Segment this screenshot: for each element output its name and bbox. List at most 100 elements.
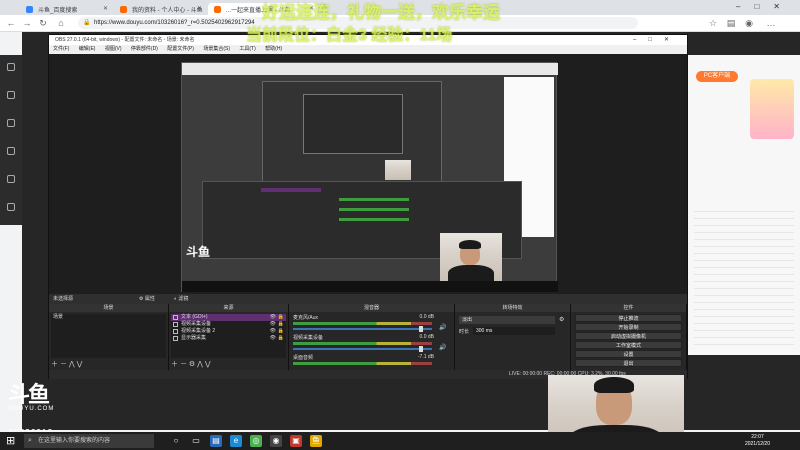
move-down-icon[interactable]: ⋁ [77, 361, 83, 368]
exit-button[interactable]: 退出 [575, 359, 682, 367]
visibility-icon[interactable]: 👁 [270, 335, 276, 342]
menu-tools[interactable]: 工具(T) [239, 46, 255, 52]
douyu-side-rail [0, 55, 22, 225]
promo-banner[interactable] [750, 79, 794, 139]
menu-docks[interactable]: 停靠部件(D) [131, 46, 158, 52]
lock-icon[interactable]: 🔒 [278, 328, 284, 335]
remove-icon[interactable]: － [180, 361, 187, 368]
file-explorer-icon[interactable]: ▤ [210, 435, 222, 447]
rail-item[interactable] [3, 145, 19, 171]
source-item[interactable]: 文本 (GDI+) 👁 🔒 [171, 314, 286, 321]
tab-profile[interactable]: 我的资料 - 个人中心 - 斗鱼 ✕ [114, 3, 206, 15]
filters-button[interactable]: ◐ 滤镜 [174, 294, 188, 304]
source-item[interactable]: 显示器采集 👁 🔒 [171, 335, 286, 342]
clock-time: 22:07 [751, 434, 764, 440]
stop-streaming-button[interactable]: 停止推流 [575, 314, 682, 322]
lock-icon[interactable]: 🔒 [278, 314, 284, 321]
duration-input[interactable]: 300 ms [473, 327, 555, 335]
settings-button[interactable]: 设置 [575, 350, 682, 358]
visibility-icon[interactable]: 👁 [270, 321, 276, 328]
back-icon[interactable]: ← [6, 18, 16, 28]
move-down-icon[interactable]: ⋁ [205, 361, 211, 368]
obs-preview[interactable]: 斗鱼 [49, 54, 687, 294]
mixer-channel: 桌面音频 -7.1 dB [293, 354, 450, 361]
remove-icon[interactable]: － [60, 361, 67, 368]
douyu-favicon-icon [214, 6, 221, 13]
star-icon[interactable]: ☆ [708, 18, 718, 28]
obs-icon[interactable]: ◉ [270, 435, 282, 447]
reload-icon[interactable]: ↻ [38, 18, 48, 28]
scene-item[interactable]: 场景 [51, 314, 166, 321]
text-source-icon [173, 315, 178, 320]
channel-db: 0.0 dB [419, 334, 434, 340]
add-icon[interactable]: ＋ [171, 361, 178, 368]
menu-file[interactable]: 文件(F) [53, 46, 69, 52]
windows-taskbar: ⊞ ⌕ 在这里输入你要搜索的内容 ○ ▭ ▤ e ◎ ◉ ▣ 鱼 22:07 2… [0, 432, 800, 450]
baidu-favicon-icon [26, 6, 33, 13]
gear-icon[interactable]: ⚙ [559, 316, 564, 323]
menu-help[interactable]: 帮助(H) [265, 46, 282, 52]
slider-knob[interactable] [419, 346, 423, 352]
rail-item[interactable] [3, 201, 19, 227]
lock-icon: 🔒 [83, 20, 91, 26]
close-icon[interactable]: ✕ [103, 5, 108, 12]
volume-slider[interactable] [293, 328, 432, 330]
rail-item[interactable] [3, 89, 19, 115]
virtual-camera-button[interactable]: 启动虚拟摄像机 [575, 332, 682, 340]
tab-baidu[interactable]: 斗鱼_百度搜索 ✕ [20, 3, 112, 15]
danmaku-line: 当前段位：白金3 经验：11场 [246, 27, 453, 44]
properties-button[interactable]: ⚙ 属性 [139, 294, 155, 304]
task-view-icon[interactable]: ▭ [190, 435, 202, 447]
collections-icon[interactable]: ▤ [726, 18, 736, 28]
profile-icon[interactable]: ◉ [744, 18, 754, 28]
transitions-dock: 转场特效 淡出 ⚙ 时长 300 ms [455, 304, 571, 370]
visibility-icon[interactable]: 👁 [270, 328, 276, 335]
transition-select[interactable]: 淡出 [459, 316, 555, 324]
add-icon[interactable]: ＋ [51, 361, 58, 368]
channel-name: 桌面音频 [293, 355, 314, 361]
speaker-icon[interactable]: 🔊 [439, 324, 446, 331]
app-icon[interactable]: ▣ [290, 435, 302, 447]
window-controls[interactable]: –□✕ [736, 2, 794, 11]
move-up-icon[interactable]: ⋀ [197, 361, 203, 368]
speaker-icon[interactable]: 🔊 [439, 344, 446, 351]
menu-scene-collection[interactable]: 场景集合(S) [203, 46, 230, 52]
windows-start-icon[interactable]: ⊞ [6, 435, 18, 447]
lock-icon[interactable]: 🔒 [278, 321, 284, 328]
move-up-icon[interactable]: ⋀ [69, 361, 75, 368]
visibility-icon[interactable]: 👁 [270, 314, 276, 321]
nested-meter [339, 218, 409, 221]
menu-profile[interactable]: 配置文件(P) [167, 46, 194, 52]
no-source-selected: 未选择源 [53, 296, 74, 302]
start-recording-button[interactable]: 开始录制 [575, 323, 682, 331]
edge-icon[interactable]: e [230, 435, 242, 447]
chrome-icon[interactable]: ◎ [250, 435, 262, 447]
source-item[interactable]: 视频采集设备 👁 🔒 [171, 321, 286, 328]
douyu-favicon-icon [120, 6, 127, 13]
home-icon[interactable]: ⌂ [56, 18, 66, 28]
pc-client-button[interactable]: PC客户端 [696, 71, 738, 82]
lock-icon[interactable]: 🔒 [278, 335, 284, 342]
cortana-icon[interactable]: ○ [170, 435, 182, 447]
taskbar-clock[interactable]: 22:07 2021/12/20 [745, 434, 770, 448]
douyu-app-icon[interactable]: 鱼 [310, 435, 322, 447]
rail-item[interactable] [3, 117, 19, 143]
more-icon[interactable]: … [766, 18, 776, 28]
studio-mode-button[interactable]: 工作室模式 [575, 341, 682, 349]
nested-meter [339, 208, 409, 211]
rail-item[interactable] [3, 61, 19, 87]
close-icon[interactable]: ✕ [197, 5, 202, 12]
menu-view[interactable]: 视图(V) [105, 46, 122, 52]
forward-icon[interactable]: → [22, 18, 32, 28]
menu-edit[interactable]: 编辑(E) [79, 46, 96, 52]
taskbar-search[interactable]: ⌕ 在这里输入你要搜索的内容 [24, 434, 154, 448]
scenes-dock: 场景 场景 ＋ － ⋀ ⋁ [49, 304, 169, 370]
gear-icon[interactable]: ⚙ [189, 361, 195, 368]
window-controls[interactable]: –□✕ [633, 35, 681, 45]
audio-meter [293, 362, 432, 365]
source-item[interactable]: 视频采集设备 2 👁 🔒 [171, 328, 286, 335]
slider-knob[interactable] [419, 326, 423, 332]
audio-meter [293, 342, 432, 345]
volume-slider[interactable] [293, 348, 432, 350]
rail-item[interactable] [3, 173, 19, 199]
